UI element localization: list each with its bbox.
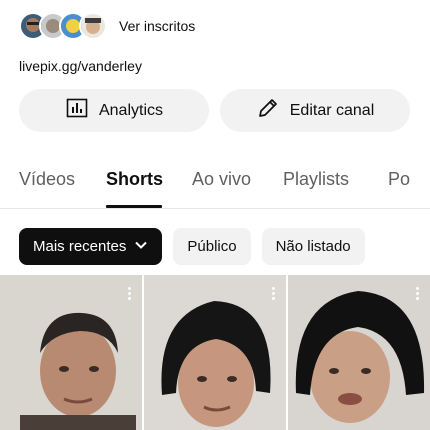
filter-chips: Mais recentes Público Não listado bbox=[19, 228, 365, 265]
more-options-icon[interactable] bbox=[272, 287, 276, 302]
subscribers-row[interactable]: Ver inscritos bbox=[19, 10, 195, 42]
short-thumbnail[interactable] bbox=[0, 275, 142, 430]
view-subscribers-link[interactable]: Ver inscritos bbox=[119, 18, 195, 34]
avatar bbox=[79, 12, 107, 40]
short-thumbnail[interactable] bbox=[144, 275, 286, 430]
chip-unlisted[interactable]: Não listado bbox=[261, 228, 365, 265]
sort-label: Mais recentes bbox=[33, 238, 127, 255]
tab-shorts[interactable]: Shorts bbox=[106, 169, 163, 190]
analytics-label: Analytics bbox=[98, 101, 164, 119]
shorts-grid bbox=[0, 275, 430, 430]
more-options-icon[interactable] bbox=[128, 287, 132, 302]
tab-playlists[interactable]: Playlists bbox=[283, 169, 349, 190]
tab-posts[interactable]: Po bbox=[388, 169, 410, 190]
edit-channel-button[interactable]: Editar canal bbox=[220, 89, 410, 132]
chip-public[interactable]: Público bbox=[173, 228, 251, 265]
analytics-icon bbox=[65, 96, 89, 125]
chevron-down-icon bbox=[134, 238, 148, 256]
more-options-icon[interactable] bbox=[416, 287, 420, 302]
subscriber-avatars bbox=[19, 12, 107, 40]
tab-videos[interactable]: Vídeos bbox=[19, 169, 75, 190]
pencil-icon bbox=[256, 96, 280, 125]
tab-live[interactable]: Ao vivo bbox=[192, 169, 251, 190]
analytics-button[interactable]: Analytics bbox=[19, 89, 209, 132]
channel-tabs: Vídeos Shorts Ao vivo Playlists Po bbox=[0, 163, 430, 209]
channel-link[interactable]: livepix.gg/vanderley bbox=[19, 58, 142, 74]
short-thumbnail[interactable] bbox=[288, 275, 430, 430]
action-buttons: Analytics Editar canal bbox=[19, 89, 410, 132]
active-tab-indicator bbox=[106, 205, 162, 208]
edit-channel-label: Editar canal bbox=[289, 101, 375, 119]
sort-dropdown[interactable]: Mais recentes bbox=[19, 228, 163, 265]
